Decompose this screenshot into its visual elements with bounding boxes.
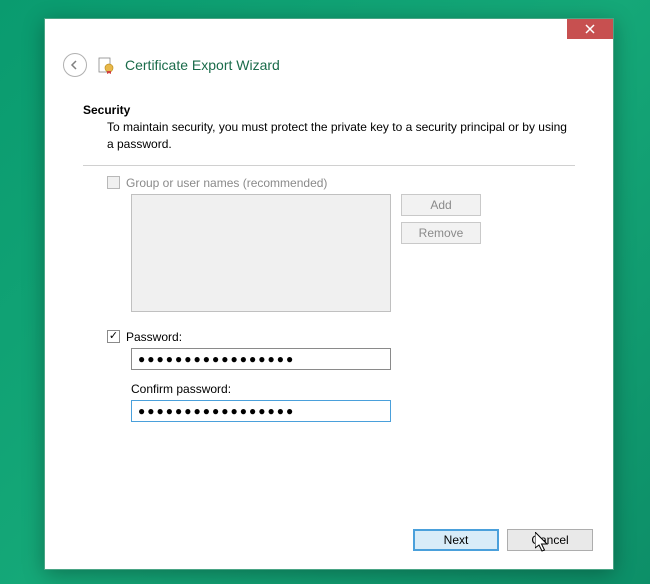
cancel-button[interactable]: Cancel <box>507 529 593 551</box>
close-button[interactable] <box>567 19 613 39</box>
wizard-title: Certificate Export Wizard <box>125 57 280 73</box>
group-listbox-row: Add Remove <box>83 194 575 312</box>
titlebar <box>45 19 613 47</box>
arrow-left-icon <box>69 59 81 71</box>
confirm-password-input[interactable] <box>131 400 391 422</box>
password-input[interactable] <box>131 348 391 370</box>
password-checkbox-label: Password: <box>126 330 182 344</box>
group-checkbox[interactable] <box>107 176 120 189</box>
security-heading: Security <box>83 103 575 117</box>
wizard-header: Certificate Export Wizard <box>45 47 613 95</box>
footer: Next Cancel <box>45 517 613 569</box>
password-checkbox[interactable] <box>107 330 120 343</box>
back-button[interactable] <box>63 53 87 77</box>
group-checkbox-label: Group or user names (recommended) <box>126 176 327 190</box>
group-checkbox-row: Group or user names (recommended) <box>83 176 575 190</box>
certificate-icon <box>97 56 115 74</box>
password-checkbox-row: Password: <box>107 330 575 344</box>
group-side-buttons: Add Remove <box>401 194 481 312</box>
wizard-window: Certificate Export Wizard Security To ma… <box>44 18 614 570</box>
divider <box>83 165 575 166</box>
group-listbox <box>131 194 391 312</box>
confirm-password-label: Confirm password: <box>131 382 575 396</box>
next-button[interactable]: Next <box>413 529 499 551</box>
password-section: Password: Confirm password: <box>83 330 575 422</box>
remove-button: Remove <box>401 222 481 244</box>
add-button: Add <box>401 194 481 216</box>
content-area: Security To maintain security, you must … <box>45 95 613 517</box>
close-icon <box>585 24 595 34</box>
security-description: To maintain security, you must protect t… <box>83 119 575 153</box>
